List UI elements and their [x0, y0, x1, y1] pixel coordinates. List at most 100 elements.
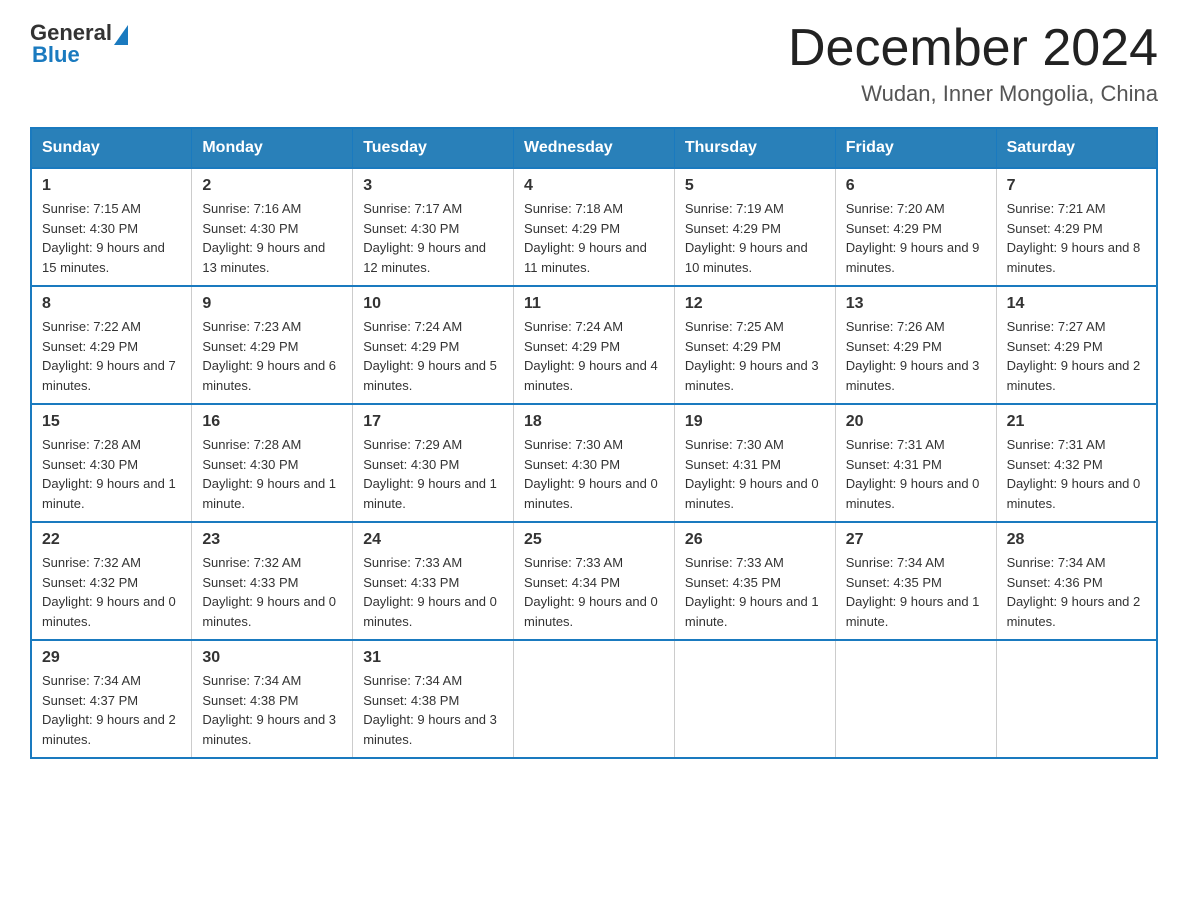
- calendar-cell: 6 Sunrise: 7:20 AMSunset: 4:29 PMDaylight…: [835, 168, 996, 286]
- calendar-cell: 14 Sunrise: 7:27 AMSunset: 4:29 PMDayligh…: [996, 286, 1157, 404]
- calendar-cell: 8Sunrise: 7:22 AMSunset: 4:29 PMDaylight…: [31, 286, 192, 404]
- calendar-cell: 1 Sunrise: 7:15 AMSunset: 4:30 PMDaylight…: [31, 168, 192, 286]
- day-info: Sunrise: 7:16 AMSunset: 4:30 PMDaylight:…: [202, 199, 342, 277]
- day-info: Sunrise: 7:34 AMSunset: 4:36 PMDaylight:…: [1007, 553, 1146, 631]
- day-number: 16: [202, 413, 342, 431]
- day-info: Sunrise: 7:24 AMSunset: 4:29 PMDaylight:…: [363, 317, 503, 395]
- day-number: 28: [1007, 531, 1146, 549]
- day-info: Sunrise: 7:23 AMSunset: 4:29 PMDaylight:…: [202, 317, 342, 395]
- calendar-cell: 9 Sunrise: 7:23 AMSunset: 4:29 PMDaylight…: [192, 286, 353, 404]
- day-number: 22: [42, 531, 181, 549]
- day-info: Sunrise: 7:31 AMSunset: 4:32 PMDaylight:…: [1007, 435, 1146, 513]
- day-number: 21: [1007, 413, 1146, 431]
- calendar-cell: 11 Sunrise: 7:24 AMSunset: 4:29 PMDayligh…: [514, 286, 675, 404]
- day-number: 26: [685, 531, 825, 549]
- calendar-cell: 21 Sunrise: 7:31 AMSunset: 4:32 PMDayligh…: [996, 404, 1157, 522]
- day-info: Sunrise: 7:22 AMSunset: 4:29 PMDaylight:…: [42, 317, 181, 395]
- day-info: Sunrise: 7:15 AMSunset: 4:30 PMDaylight:…: [42, 199, 181, 277]
- header: General Blue December 2024 Wudan, Inner …: [30, 20, 1158, 107]
- day-info: Sunrise: 7:30 AMSunset: 4:30 PMDaylight:…: [524, 435, 664, 513]
- day-number: 23: [202, 531, 342, 549]
- calendar-table: SundayMondayTuesdayWednesdayThursdayFrid…: [30, 127, 1158, 759]
- calendar-cell: 28 Sunrise: 7:34 AMSunset: 4:36 PMDayligh…: [996, 522, 1157, 640]
- weekday-header-friday: Friday: [835, 128, 996, 168]
- weekday-header-row: SundayMondayTuesdayWednesdayThursdayFrid…: [31, 128, 1157, 168]
- calendar-cell: 17 Sunrise: 7:29 AMSunset: 4:30 PMDayligh…: [353, 404, 514, 522]
- day-info: Sunrise: 7:25 AMSunset: 4:29 PMDaylight:…: [685, 317, 825, 395]
- calendar-cell: 30 Sunrise: 7:34 AMSunset: 4:38 PMDayligh…: [192, 640, 353, 758]
- day-info: Sunrise: 7:32 AMSunset: 4:32 PMDaylight:…: [42, 553, 181, 631]
- day-info: Sunrise: 7:27 AMSunset: 4:29 PMDaylight:…: [1007, 317, 1146, 395]
- day-number: 2: [202, 177, 342, 195]
- day-number: 14: [1007, 295, 1146, 313]
- calendar-cell: 25 Sunrise: 7:33 AMSunset: 4:34 PMDayligh…: [514, 522, 675, 640]
- day-number: 6: [846, 177, 986, 195]
- day-info: Sunrise: 7:19 AMSunset: 4:29 PMDaylight:…: [685, 199, 825, 277]
- day-info: Sunrise: 7:29 AMSunset: 4:30 PMDaylight:…: [363, 435, 503, 513]
- calendar-cell: 23Sunrise: 7:32 AMSunset: 4:33 PMDayligh…: [192, 522, 353, 640]
- day-info: Sunrise: 7:31 AMSunset: 4:31 PMDaylight:…: [846, 435, 986, 513]
- day-info: Sunrise: 7:20 AMSunset: 4:29 PMDaylight:…: [846, 199, 986, 277]
- day-info: Sunrise: 7:33 AMSunset: 4:34 PMDaylight:…: [524, 553, 664, 631]
- weekday-header-monday: Monday: [192, 128, 353, 168]
- day-info: Sunrise: 7:30 AMSunset: 4:31 PMDaylight:…: [685, 435, 825, 513]
- day-number: 25: [524, 531, 664, 549]
- day-info: Sunrise: 7:33 AMSunset: 4:33 PMDaylight:…: [363, 553, 503, 631]
- day-number: 31: [363, 649, 503, 667]
- day-info: Sunrise: 7:28 AMSunset: 4:30 PMDaylight:…: [202, 435, 342, 513]
- logo-blue-text: Blue: [32, 42, 80, 68]
- day-info: Sunrise: 7:21 AMSunset: 4:29 PMDaylight:…: [1007, 199, 1146, 277]
- weekday-header-thursday: Thursday: [674, 128, 835, 168]
- calendar-cell: [996, 640, 1157, 758]
- day-number: 1: [42, 177, 181, 195]
- day-number: 24: [363, 531, 503, 549]
- day-info: Sunrise: 7:34 AMSunset: 4:37 PMDaylight:…: [42, 671, 181, 749]
- weekday-header-wednesday: Wednesday: [514, 128, 675, 168]
- day-number: 5: [685, 177, 825, 195]
- day-number: 27: [846, 531, 986, 549]
- calendar-cell: [674, 640, 835, 758]
- day-number: 17: [363, 413, 503, 431]
- day-number: 11: [524, 295, 664, 313]
- day-info: Sunrise: 7:34 AMSunset: 4:38 PMDaylight:…: [202, 671, 342, 749]
- calendar-cell: [835, 640, 996, 758]
- calendar-week-row: 22 Sunrise: 7:32 AMSunset: 4:32 PMDayligh…: [31, 522, 1157, 640]
- calendar-week-row: 15 Sunrise: 7:28 AMSunset: 4:30 PMDayligh…: [31, 404, 1157, 522]
- day-number: 20: [846, 413, 986, 431]
- day-info: Sunrise: 7:28 AMSunset: 4:30 PMDaylight:…: [42, 435, 181, 513]
- month-title: December 2024: [788, 20, 1158, 77]
- day-info: Sunrise: 7:33 AMSunset: 4:35 PMDaylight:…: [685, 553, 825, 631]
- day-number: 15: [42, 413, 181, 431]
- calendar-cell: 20 Sunrise: 7:31 AMSunset: 4:31 PMDayligh…: [835, 404, 996, 522]
- day-info: Sunrise: 7:18 AMSunset: 4:29 PMDaylight:…: [524, 199, 664, 277]
- calendar-cell: 3Sunrise: 7:17 AMSunset: 4:30 PMDaylight…: [353, 168, 514, 286]
- logo: General Blue: [30, 20, 130, 68]
- day-number: 30: [202, 649, 342, 667]
- calendar-cell: 19 Sunrise: 7:30 AMSunset: 4:31 PMDayligh…: [674, 404, 835, 522]
- calendar-week-row: 8Sunrise: 7:22 AMSunset: 4:29 PMDaylight…: [31, 286, 1157, 404]
- calendar-cell: 27 Sunrise: 7:34 AMSunset: 4:35 PMDayligh…: [835, 522, 996, 640]
- calendar-cell: 16 Sunrise: 7:28 AMSunset: 4:30 PMDayligh…: [192, 404, 353, 522]
- day-info: Sunrise: 7:24 AMSunset: 4:29 PMDaylight:…: [524, 317, 664, 395]
- day-number: 4: [524, 177, 664, 195]
- calendar-cell: 10 Sunrise: 7:24 AMSunset: 4:29 PMDayligh…: [353, 286, 514, 404]
- day-number: 9: [202, 295, 342, 313]
- calendar-cell: [514, 640, 675, 758]
- day-number: 29: [42, 649, 181, 667]
- weekday-header-saturday: Saturday: [996, 128, 1157, 168]
- day-number: 10: [363, 295, 503, 313]
- day-number: 13: [846, 295, 986, 313]
- calendar-cell: 5 Sunrise: 7:19 AMSunset: 4:29 PMDaylight…: [674, 168, 835, 286]
- calendar-week-row: 29 Sunrise: 7:34 AMSunset: 4:37 PMDayligh…: [31, 640, 1157, 758]
- day-info: Sunrise: 7:34 AMSunset: 4:35 PMDaylight:…: [846, 553, 986, 631]
- day-number: 18: [524, 413, 664, 431]
- calendar-cell: 15 Sunrise: 7:28 AMSunset: 4:30 PMDayligh…: [31, 404, 192, 522]
- calendar-cell: 22 Sunrise: 7:32 AMSunset: 4:32 PMDayligh…: [31, 522, 192, 640]
- day-info: Sunrise: 7:34 AMSunset: 4:38 PMDaylight:…: [363, 671, 503, 749]
- calendar-cell: 7Sunrise: 7:21 AMSunset: 4:29 PMDaylight…: [996, 168, 1157, 286]
- calendar-cell: 13Sunrise: 7:26 AMSunset: 4:29 PMDayligh…: [835, 286, 996, 404]
- calendar-cell: 12Sunrise: 7:25 AMSunset: 4:29 PMDayligh…: [674, 286, 835, 404]
- calendar-cell: 29 Sunrise: 7:34 AMSunset: 4:37 PMDayligh…: [31, 640, 192, 758]
- calendar-cell: 26 Sunrise: 7:33 AMSunset: 4:35 PMDayligh…: [674, 522, 835, 640]
- day-number: 19: [685, 413, 825, 431]
